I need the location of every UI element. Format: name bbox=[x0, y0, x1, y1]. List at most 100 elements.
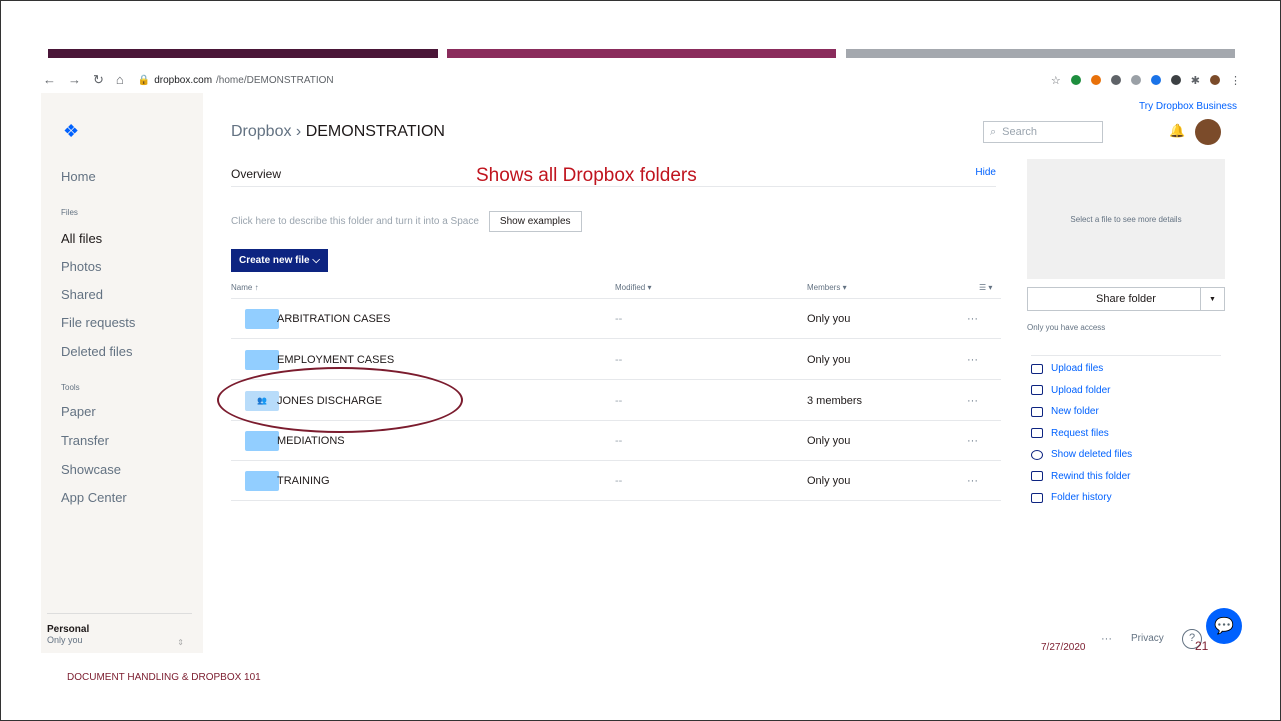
chat-bubble-icon[interactable]: 💬 bbox=[1206, 608, 1242, 644]
more-menu-button[interactable]: ··· bbox=[1101, 633, 1112, 645]
highlight-oval bbox=[217, 367, 463, 433]
file-modified: -- bbox=[615, 475, 623, 487]
upload-icon bbox=[1031, 363, 1043, 374]
sidebar-item-all-files[interactable]: All files bbox=[61, 231, 102, 246]
more-options-button[interactable]: ··· bbox=[967, 395, 978, 407]
sidebar-item-photos[interactable]: Photos bbox=[61, 259, 101, 274]
extension-icon[interactable] bbox=[1170, 75, 1181, 85]
view-toggle-icon[interactable]: ☰ ▾ bbox=[979, 283, 992, 292]
back-icon[interactable]: ← bbox=[43, 72, 56, 88]
folder-icon bbox=[245, 431, 279, 451]
file-members: Only you bbox=[807, 475, 851, 487]
more-options-button[interactable]: ··· bbox=[967, 354, 978, 366]
sidebar-item-app-center[interactable]: App Center bbox=[61, 490, 127, 505]
url-host: dropbox.com bbox=[154, 74, 213, 86]
more-options-button[interactable]: ··· bbox=[967, 435, 978, 447]
presentation-slide: ← → ↻ ⌂ 🔒 dropbox.com/home/DEMONSTRATION… bbox=[0, 0, 1281, 721]
search-placeholder: Search bbox=[1002, 126, 1038, 138]
sidebar-item-shared[interactable]: Shared bbox=[61, 287, 103, 302]
history-icon bbox=[1031, 492, 1043, 503]
lock-icon: 🔒 bbox=[137, 74, 151, 86]
folder-actions: Upload files Upload folder New folder Re… bbox=[1031, 355, 1221, 509]
folder-history-action[interactable]: Folder history bbox=[1031, 487, 1221, 509]
account-switcher[interactable]: Personal Only you ⇕ bbox=[47, 613, 192, 647]
privacy-link[interactable]: Privacy bbox=[1131, 633, 1164, 644]
extension-icon[interactable] bbox=[1090, 75, 1101, 85]
action-label: Folder history bbox=[1051, 492, 1112, 504]
extension-icon[interactable] bbox=[1130, 75, 1141, 85]
action-label: Show deleted files bbox=[1051, 449, 1133, 461]
show-examples-button[interactable]: Show examples bbox=[488, 211, 582, 232]
chevron-down-icon[interactable]: ▼ bbox=[1200, 288, 1224, 310]
sidebar-item-home[interactable]: Home bbox=[61, 169, 96, 184]
reload-icon[interactable]: ↻ bbox=[93, 72, 104, 88]
column-modified[interactable]: Modified ▾ bbox=[615, 283, 651, 292]
more-options-button[interactable]: ··· bbox=[967, 313, 978, 325]
upload-files-action[interactable]: Upload files bbox=[1031, 358, 1221, 380]
column-name[interactable]: Name ↑ bbox=[231, 283, 259, 292]
file-name[interactable]: TRAINING bbox=[277, 475, 330, 487]
create-new-file-button[interactable]: Create new file ⌵ bbox=[231, 249, 328, 272]
avatar[interactable] bbox=[1195, 119, 1221, 145]
home-icon[interactable]: ⌂ bbox=[116, 72, 124, 88]
address-bar[interactable]: 🔒 dropbox.com/home/DEMONSTRATION bbox=[138, 75, 334, 86]
sidebar-section-files: Files bbox=[61, 208, 78, 217]
file-name[interactable]: ARBITRATION CASES bbox=[277, 313, 390, 325]
access-text: Only you have access bbox=[1027, 323, 1106, 332]
folder-icon bbox=[245, 471, 279, 491]
extension-icon[interactable] bbox=[1110, 75, 1121, 85]
details-placeholder: Select a file to see more details bbox=[1070, 214, 1182, 224]
more-options-button[interactable]: ··· bbox=[967, 475, 978, 487]
slide-footer: DOCUMENT HANDLING & DROPBOX 101 bbox=[67, 672, 261, 683]
folder-icon bbox=[1031, 406, 1043, 417]
extensions-bar: ☆ ✱ ⋮ bbox=[1051, 74, 1241, 87]
eye-icon bbox=[1031, 449, 1043, 460]
sidebar-item-showcase[interactable]: Showcase bbox=[61, 462, 121, 477]
puzzle-icon[interactable]: ✱ bbox=[1191, 74, 1200, 87]
menu-kebab-icon[interactable]: ⋮ bbox=[1230, 74, 1241, 87]
profile-avatar[interactable] bbox=[1210, 75, 1220, 85]
sidebar-item-transfer[interactable]: Transfer bbox=[61, 433, 109, 448]
request-icon bbox=[1031, 428, 1043, 439]
share-folder-button[interactable]: Share folder ▼ bbox=[1027, 287, 1225, 311]
describe-folder: Click here to describe this folder and t… bbox=[231, 211, 582, 232]
rewind-folder-action[interactable]: Rewind this folder bbox=[1031, 466, 1221, 488]
breadcrumb-separator: › bbox=[291, 123, 306, 140]
table-row[interactable]: ARBITRATION CASES -- Only you ··· bbox=[231, 299, 1001, 339]
dropbox-logo-icon[interactable]: ❖ bbox=[63, 121, 79, 142]
extension-icon[interactable] bbox=[1070, 75, 1081, 85]
breadcrumb-current: DEMONSTRATION bbox=[305, 123, 445, 140]
table-row[interactable]: TRAINING -- Only you ··· bbox=[231, 461, 1001, 501]
file-members: Only you bbox=[807, 313, 851, 325]
describe-text[interactable]: Click here to describe this folder and t… bbox=[231, 216, 479, 227]
show-deleted-files-action[interactable]: Show deleted files bbox=[1031, 444, 1221, 466]
search-input[interactable]: ⌕ Search bbox=[983, 121, 1103, 143]
file-name[interactable]: EMPLOYMENT CASES bbox=[277, 354, 394, 366]
file-members: Only you bbox=[807, 354, 851, 366]
browser-toolbar: ← → ↻ ⌂ 🔒 dropbox.com/home/DEMONSTRATION… bbox=[41, 69, 1241, 91]
column-members[interactable]: Members ▾ bbox=[807, 283, 847, 292]
header-bar-dark bbox=[48, 49, 438, 58]
notification-bell-icon[interactable]: 🔔 bbox=[1169, 123, 1185, 139]
hide-link[interactable]: Hide bbox=[975, 167, 996, 178]
extension-icon[interactable] bbox=[1150, 75, 1161, 85]
file-name[interactable]: MEDIATIONS bbox=[277, 435, 345, 447]
new-folder-action[interactable]: New folder bbox=[1031, 401, 1221, 423]
upload-folder-action[interactable]: Upload folder bbox=[1031, 380, 1221, 402]
action-label: Upload folder bbox=[1051, 384, 1111, 396]
action-label: Upload files bbox=[1051, 363, 1104, 375]
folder-icon bbox=[245, 309, 279, 329]
overview-title: Overview bbox=[231, 167, 282, 181]
folder-icon bbox=[245, 350, 279, 370]
slide-annotation: Shows all Dropbox folders bbox=[476, 165, 697, 186]
star-icon[interactable]: ☆ bbox=[1051, 74, 1061, 87]
details-panel: Try Dropbox Business ⌕ Search 🔔 Select a… bbox=[983, 93, 1241, 653]
forward-icon[interactable]: → bbox=[68, 72, 81, 88]
sidebar-item-paper[interactable]: Paper bbox=[61, 404, 96, 419]
breadcrumb: Dropbox › DEMONSTRATION bbox=[231, 123, 445, 141]
sidebar-item-file-requests[interactable]: File requests bbox=[61, 315, 135, 330]
sidebar-item-deleted-files[interactable]: Deleted files bbox=[61, 344, 133, 359]
request-files-action[interactable]: Request files bbox=[1031, 423, 1221, 445]
try-business-link[interactable]: Try Dropbox Business bbox=[1139, 101, 1237, 112]
breadcrumb-root[interactable]: Dropbox bbox=[231, 123, 291, 140]
